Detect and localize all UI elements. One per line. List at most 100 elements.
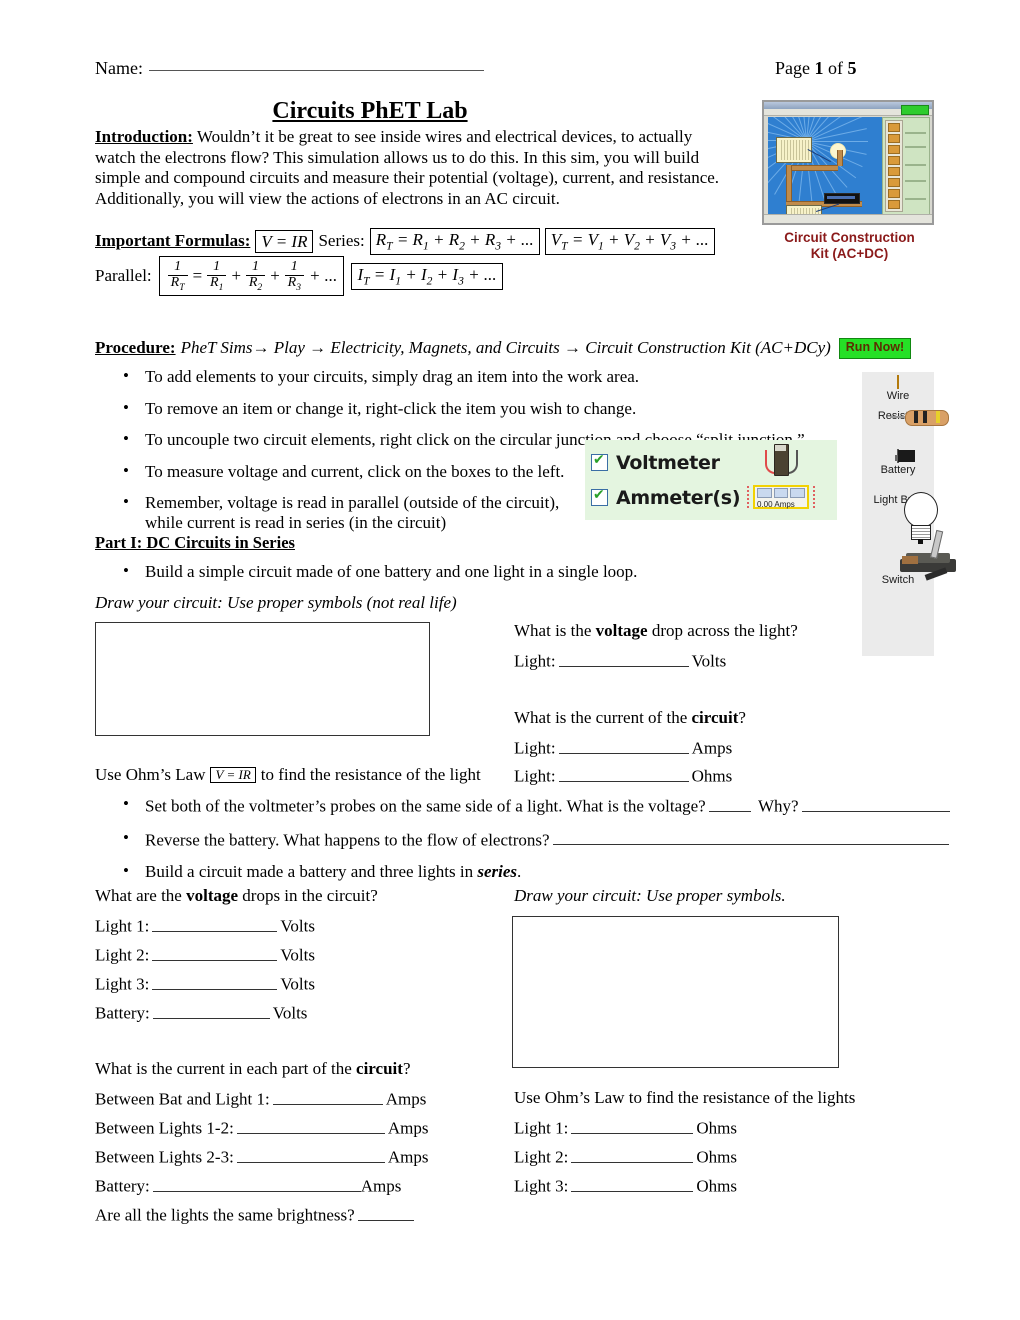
voltage-row-blank[interactable] bbox=[152, 944, 278, 961]
answer-ohms-blank[interactable] bbox=[558, 765, 689, 782]
answer-voltage-blank[interactable] bbox=[558, 650, 689, 667]
ohms-row-blank[interactable] bbox=[571, 1117, 694, 1134]
list-item: Build a simple circuit made of one batte… bbox=[123, 561, 845, 582]
series-label: Series: bbox=[318, 231, 365, 251]
current-row-blank[interactable] bbox=[272, 1088, 383, 1105]
ohms-row-blank[interactable] bbox=[571, 1175, 694, 1192]
formula-series-voltage: VT = V1 + V2 + V3 + ... bbox=[544, 228, 715, 255]
question-current-pre: What is the current of the bbox=[514, 708, 692, 727]
parts-label-wire: Wire bbox=[886, 390, 910, 402]
parallel-label: Parallel: bbox=[95, 266, 152, 286]
list-item-line-2: while current is read in series (in the … bbox=[145, 513, 447, 532]
current-row-unit: Amps bbox=[387, 1147, 429, 1167]
ohms-law-pre: Use Ohm’s Law bbox=[95, 765, 206, 784]
voltage-row: Light 3: Volts bbox=[95, 973, 315, 995]
list-item-line-1: Remember, voltage is read in parallel (o… bbox=[145, 493, 560, 512]
formula-series-resistance: RT = R1 + R2 + R3 + ... bbox=[369, 228, 540, 255]
procedure-line: Procedure: PheT Sims→ Play → Electricity… bbox=[95, 338, 925, 359]
bullet-series-pre: Build a circuit made a battery and three… bbox=[145, 862, 478, 882]
bullet-probes-text: Set both of the voltmeter’s probes on th… bbox=[145, 796, 706, 816]
page-total: 5 bbox=[847, 58, 857, 78]
bullet-series-keyword: series bbox=[477, 862, 518, 882]
current-row-blank[interactable] bbox=[152, 1175, 361, 1192]
formulas-row-1: Important Formulas: V = IR Series: RT = … bbox=[95, 228, 715, 255]
list-item: To remove an item or change it, right-cl… bbox=[123, 398, 885, 419]
name-field-row: Name: bbox=[95, 58, 735, 79]
answer-current-unit: Amps bbox=[691, 738, 733, 758]
run-now-button[interactable]: Run Now! bbox=[838, 338, 912, 359]
list-item: To add elements to your circuits, simply… bbox=[123, 366, 885, 387]
answer-voltage-unit: Volts bbox=[691, 651, 727, 671]
voltage-row-unit: Volts bbox=[280, 974, 315, 994]
voltage-row-unit: Volts bbox=[280, 945, 315, 965]
voltage-row-blank[interactable] bbox=[152, 973, 278, 990]
sim-wire-top bbox=[786, 165, 838, 171]
sim-reset-button bbox=[901, 105, 929, 115]
current-row-label: Between Lights 2-3: bbox=[95, 1147, 234, 1167]
current-row-blank[interactable] bbox=[236, 1117, 385, 1134]
current-row-unit: Amps bbox=[360, 1176, 402, 1196]
question-voltage-drops: What are the voltage drops in the circui… bbox=[95, 886, 378, 906]
answer-voltage-label: Light: bbox=[514, 651, 556, 671]
introduction-paragraph: Introduction: Wouldn’t it be great to se… bbox=[95, 127, 735, 209]
battery-icon bbox=[895, 449, 915, 463]
current-row-blank[interactable] bbox=[236, 1146, 385, 1163]
voltage-row-unit: Volts bbox=[280, 916, 315, 936]
ohms-row: Light 2: Ohms bbox=[514, 1146, 737, 1168]
formula-ohms-law-inline: V = IR bbox=[210, 766, 256, 784]
circuit-drawing-box-2[interactable] bbox=[512, 916, 839, 1068]
part1-heading: Part I: DC Circuits in Series bbox=[95, 533, 295, 552]
parts-item-switch[interactable]: Switch bbox=[862, 529, 956, 586]
question-voltage-drop: What is the voltage drop across the ligh… bbox=[514, 621, 798, 641]
ohms-row-unit: Ohms bbox=[696, 1176, 737, 1196]
voltage-row-blank[interactable] bbox=[152, 915, 278, 932]
list-item: Build a circuit made a battery and three… bbox=[123, 861, 985, 882]
sim-canvas bbox=[768, 117, 886, 215]
sim-toolbox bbox=[885, 120, 903, 212]
voltage-row-blank[interactable] bbox=[152, 1002, 270, 1019]
voltmeter-checkbox[interactable] bbox=[591, 452, 608, 471]
parts-item-wire[interactable]: Wire bbox=[862, 375, 934, 402]
ammeter-checkbox[interactable] bbox=[591, 487, 608, 506]
ammeter-label: Ammeter(s) bbox=[616, 486, 741, 509]
answer-ohms-row: Light: Ohms bbox=[514, 765, 732, 787]
meter-checkbox-panel: Voltmeter Ammeter(s) 0.00 Amps bbox=[585, 440, 837, 520]
name-blank-line[interactable] bbox=[148, 69, 484, 71]
question-vdrops-tail: drops in the circuit? bbox=[238, 886, 378, 905]
parts-item-light-bulb[interactable]: Light Bulb bbox=[862, 492, 938, 544]
ohms-row: Light 1: Ohms bbox=[514, 1117, 737, 1139]
answer-voltage-row: Light: Volts bbox=[514, 650, 726, 672]
draw-caption-2: Draw your circuit: Use proper symbols. bbox=[514, 886, 786, 905]
bullet-reverse-battery-blank[interactable] bbox=[552, 829, 949, 846]
parts-item-battery[interactable]: Battery bbox=[862, 449, 934, 476]
ammeter-reading: 0.00 Amps bbox=[757, 500, 795, 509]
procedure-label: Procedure: bbox=[95, 338, 176, 358]
question-current-each-part: What is the current in each part of the … bbox=[95, 1059, 410, 1079]
bullet-probes-blank-1[interactable] bbox=[708, 795, 751, 812]
ohms-row-label: Light 1: bbox=[514, 1118, 569, 1138]
question-current-each-keyword: circuit bbox=[356, 1059, 403, 1078]
ohms-row: Light 3: Ohms bbox=[514, 1175, 737, 1197]
parts-item-resistor[interactable]: Resistor bbox=[862, 408, 949, 426]
voltage-row-unit: Volts bbox=[272, 1003, 308, 1023]
name-label: Name: bbox=[95, 58, 143, 78]
question-brightness-blank[interactable] bbox=[357, 1204, 414, 1221]
introduction-heading: Introduction: bbox=[95, 127, 193, 146]
ammeter-icon: 0.00 Amps bbox=[747, 484, 815, 510]
current-row: Battery: Amps bbox=[95, 1175, 401, 1197]
formula-ohms-law: V = IR bbox=[255, 229, 314, 254]
question-circuit-current: What is the current of the circuit? bbox=[514, 708, 746, 728]
question-current-each-pre: What is the current in each part of the bbox=[95, 1059, 357, 1078]
answer-current-blank[interactable] bbox=[558, 737, 689, 754]
parts-label-battery: Battery bbox=[880, 464, 916, 476]
draw-caption-1: Draw your circuit: Use proper symbols (n… bbox=[95, 593, 457, 612]
bullet-probes-blank-2[interactable] bbox=[801, 795, 950, 812]
voltage-row: Light 2: Volts bbox=[95, 944, 315, 966]
ohms-row-label: Light 2: bbox=[514, 1147, 569, 1167]
sim-control-panel bbox=[882, 117, 930, 215]
ohms-row-blank[interactable] bbox=[571, 1146, 694, 1163]
question-current-keyword: circuit bbox=[691, 708, 739, 727]
ohms-law-post: to find the resistance of the light bbox=[260, 765, 481, 784]
circuit-drawing-box-1[interactable] bbox=[95, 622, 430, 736]
page-number: Page 1 of 5 bbox=[775, 58, 857, 79]
